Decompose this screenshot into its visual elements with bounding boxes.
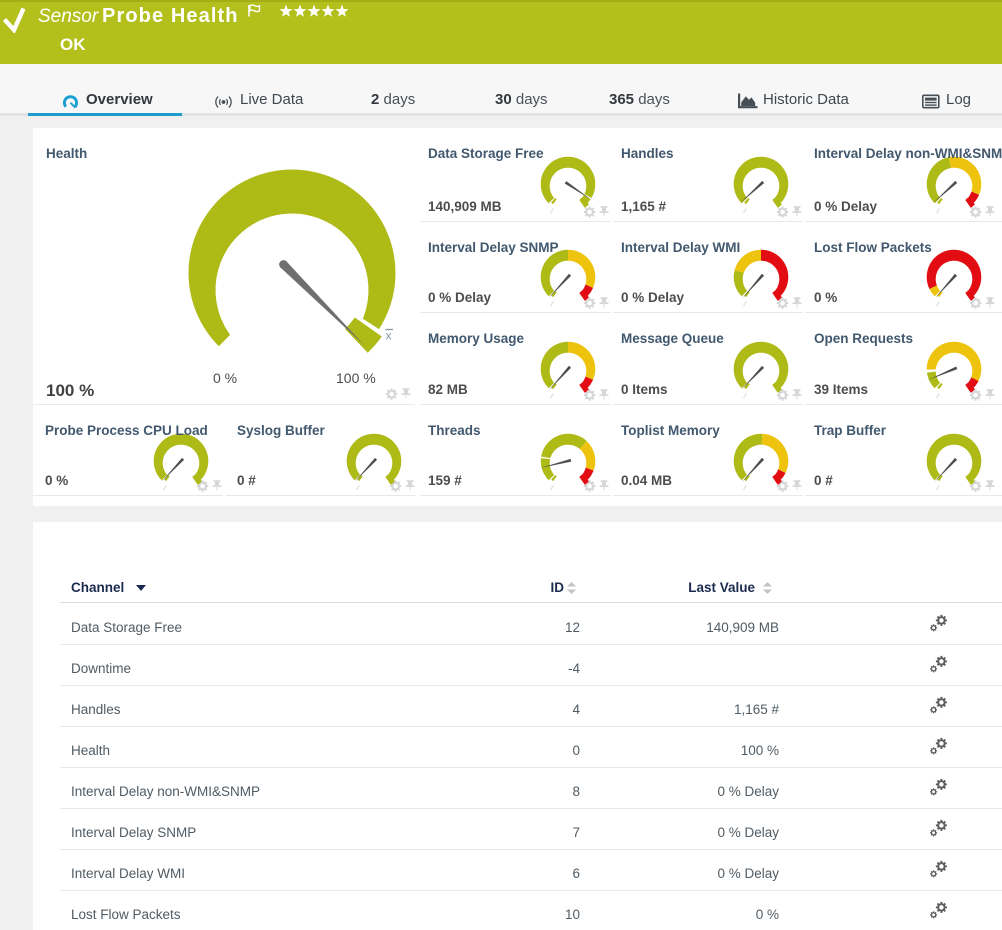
svg-text:x: x bbox=[386, 329, 392, 343]
